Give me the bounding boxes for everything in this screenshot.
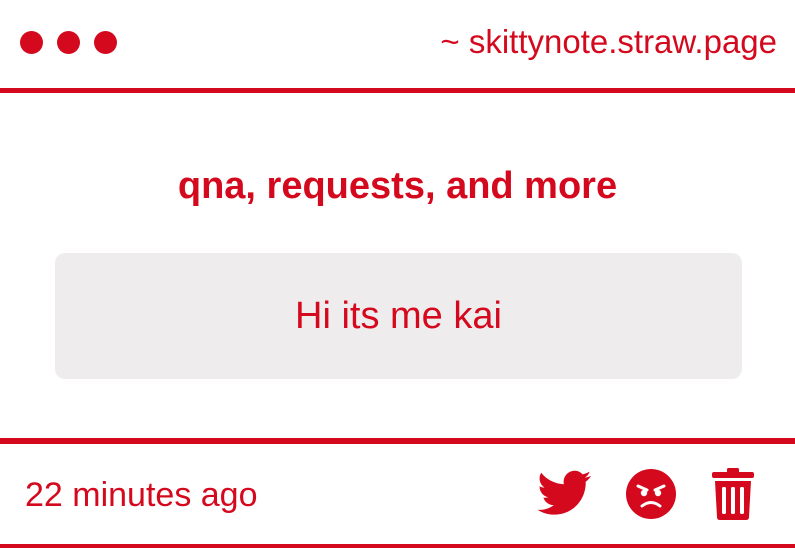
twitter-icon bbox=[537, 470, 592, 515]
window-header: ~ skittynote.straw.page bbox=[0, 0, 795, 88]
timestamp: 22 minutes ago bbox=[25, 476, 258, 514]
window-dot-3 bbox=[94, 31, 117, 54]
window-dot-1 bbox=[20, 31, 43, 54]
note-footer: 22 minutes ago bbox=[0, 444, 795, 544]
twitter-share-button[interactable] bbox=[537, 470, 592, 516]
trash-icon bbox=[712, 468, 754, 520]
delete-button[interactable] bbox=[712, 468, 754, 520]
angry-react-button[interactable] bbox=[626, 469, 676, 519]
page-title: qna, requests, and more bbox=[177, 165, 618, 207]
window-dots bbox=[20, 31, 117, 54]
window-dot-2 bbox=[57, 31, 80, 54]
message-box: Hi its me kai bbox=[55, 253, 742, 379]
site-url[interactable]: ~ skittynote.straw.page bbox=[440, 22, 777, 62]
bottom-divider bbox=[0, 544, 795, 548]
note-card: qna, requests, and more Hi its me kai bbox=[0, 93, 795, 438]
message-text: Hi its me kai bbox=[295, 295, 502, 337]
angry-face-icon bbox=[626, 469, 676, 519]
